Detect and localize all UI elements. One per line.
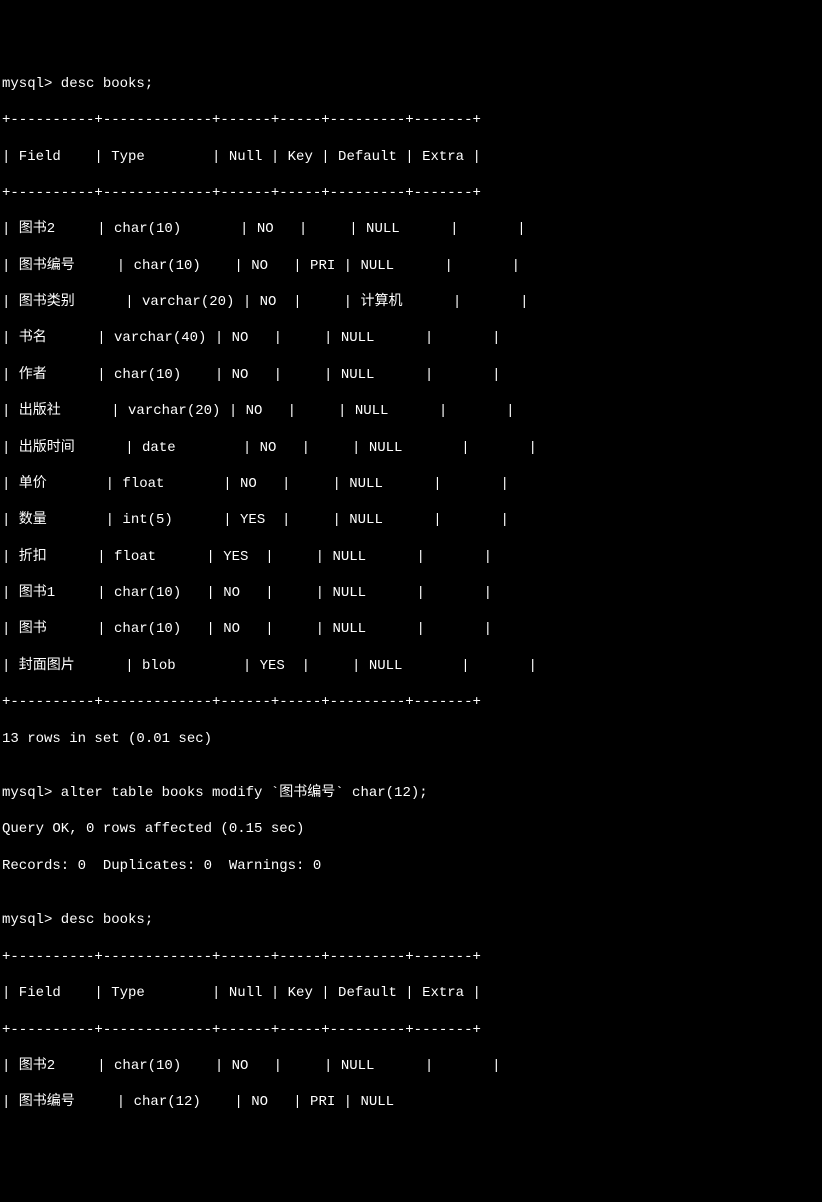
table1-sep-mid: +----------+-------------+------+-----+-…: [2, 184, 820, 202]
table2-sep-mid: +----------+-------------+------+-----+-…: [2, 1021, 820, 1039]
table1-row: | 折扣 | float | YES | | NULL | |: [2, 548, 820, 566]
table1-row: | 书名 | varchar(40) | NO | | NULL | |: [2, 329, 820, 347]
table1-sep-top: +----------+-------------+------+-----+-…: [2, 111, 820, 129]
table1-row: | 图书2 | char(10) | NO | | NULL | |: [2, 220, 820, 238]
table2-sep-top: +----------+-------------+------+-----+-…: [2, 948, 820, 966]
table2-row: | 图书2 | char(10) | NO | | NULL | |: [2, 1057, 820, 1075]
mysql-command-desc-1: mysql> desc books;: [2, 75, 820, 93]
mysql-command-desc-2: mysql> desc books;: [2, 911, 820, 929]
table1-row: | 单价 | float | NO | | NULL | |: [2, 475, 820, 493]
table1-header: | Field | Type | Null | Key | Default | …: [2, 148, 820, 166]
table1-row: | 出版社 | varchar(20) | NO | | NULL | |: [2, 402, 820, 420]
result-query-ok: Query OK, 0 rows affected (0.15 sec): [2, 820, 820, 838]
table1-sep-bottom: +----------+-------------+------+-----+-…: [2, 693, 820, 711]
table2-row: | 图书编号 | char(12) | NO | PRI | NULL: [2, 1093, 820, 1111]
table2-header: | Field | Type | Null | Key | Default | …: [2, 984, 820, 1002]
table1-row: | 出版时间 | date | NO | | NULL | |: [2, 439, 820, 457]
table1-row: | 数量 | int(5) | YES | | NULL | |: [2, 511, 820, 529]
result-rows-in-set: 13 rows in set (0.01 sec): [2, 730, 820, 748]
table1-row: | 图书 | char(10) | NO | | NULL | |: [2, 620, 820, 638]
table1-row: | 封面图片 | blob | YES | | NULL | |: [2, 657, 820, 675]
mysql-command-alter: mysql> alter table books modify `图书编号` c…: [2, 784, 820, 802]
table1-row: | 作者 | char(10) | NO | | NULL | |: [2, 366, 820, 384]
table1-row: | 图书1 | char(10) | NO | | NULL | |: [2, 584, 820, 602]
table1-row: | 图书编号 | char(10) | NO | PRI | NULL | |: [2, 257, 820, 275]
result-records: Records: 0 Duplicates: 0 Warnings: 0: [2, 857, 820, 875]
table1-row: | 图书类别 | varchar(20) | NO | | 计算机 | |: [2, 293, 820, 311]
